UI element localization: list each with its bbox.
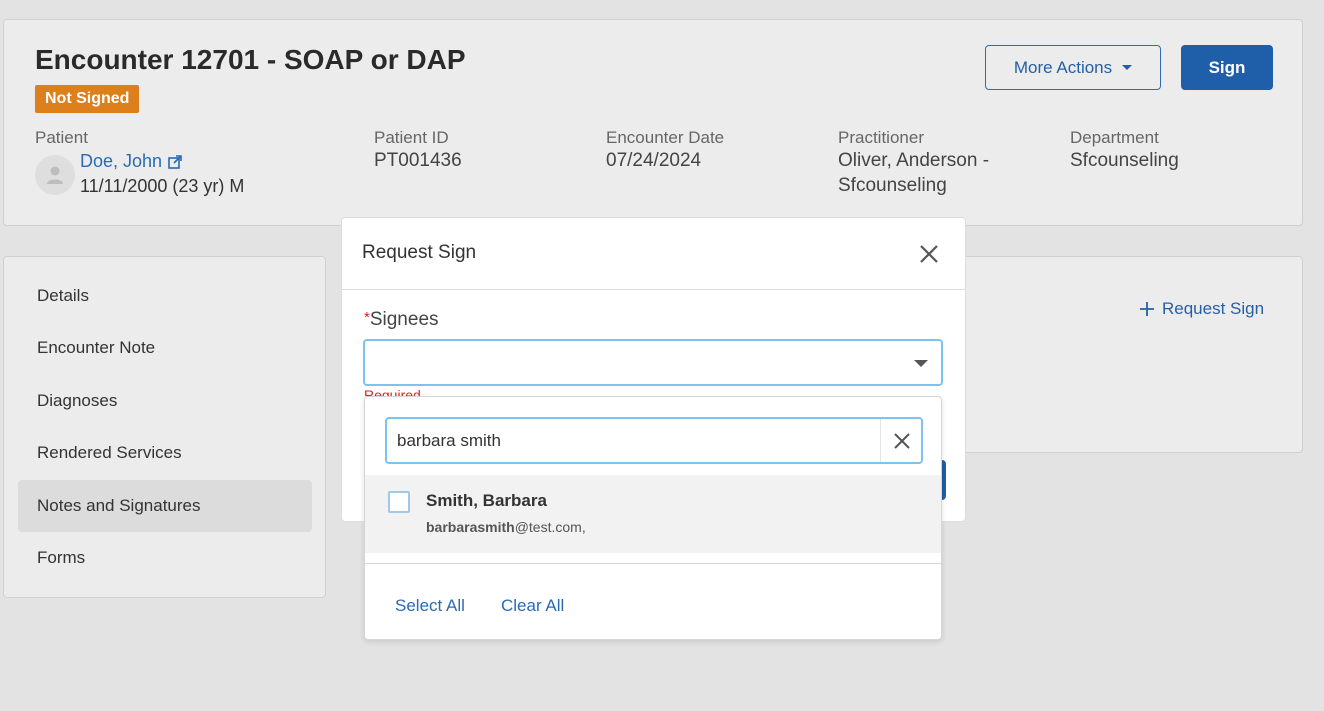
encounter-date-label: Encounter Date bbox=[606, 128, 725, 147]
page-title: Encounter 12701 - SOAP or DAP bbox=[35, 44, 466, 75]
sidebar-item-rendered-services[interactable]: Rendered Services bbox=[18, 427, 312, 479]
option-email: barbarasmith@test.com, bbox=[426, 519, 586, 535]
option-name-rest: , Barbara bbox=[473, 491, 547, 510]
practitioner-value-line1: Oliver, Anderson - bbox=[838, 150, 990, 171]
patient-id-field: Patient ID PT001436 bbox=[374, 128, 462, 173]
patient-id-label: Patient ID bbox=[374, 128, 449, 147]
patient-id-value: PT001436 bbox=[374, 150, 462, 171]
patient-field: Patient bbox=[35, 128, 88, 148]
sidebar-item-encounter-note[interactable]: Encounter Note bbox=[18, 322, 312, 374]
patient-dob: 11/11/2000 (23 yr) M bbox=[80, 176, 245, 196]
option-checkbox[interactable] bbox=[388, 491, 410, 513]
signees-select[interactable] bbox=[363, 339, 943, 386]
modal-divider bbox=[342, 289, 965, 290]
department-label: Department bbox=[1070, 128, 1159, 147]
more-actions-button[interactable]: More Actions bbox=[985, 45, 1161, 90]
modal-title: Request Sign bbox=[362, 242, 477, 263]
search-box bbox=[385, 417, 923, 464]
department-field: Department Sfcounseling bbox=[1070, 128, 1179, 173]
plus-icon bbox=[1140, 302, 1154, 316]
option-name: Smith, Barbara bbox=[426, 491, 547, 511]
clear-search-button[interactable] bbox=[880, 419, 923, 462]
patient-label: Patient bbox=[35, 128, 88, 147]
practitioner-label: Practitioner bbox=[838, 128, 924, 147]
request-sign-label: Request Sign bbox=[1162, 299, 1265, 318]
dropdown-divider bbox=[365, 563, 941, 564]
user-icon bbox=[47, 166, 63, 184]
chevron-down-icon bbox=[914, 360, 928, 367]
patient-name: Doe, John bbox=[80, 151, 163, 171]
select-all-button[interactable]: Select All bbox=[395, 596, 465, 616]
sidebar-item-notes-and-signatures[interactable]: Notes and Signatures bbox=[18, 480, 312, 532]
sidebar-item-forms[interactable]: Forms bbox=[18, 532, 312, 584]
external-link-icon bbox=[168, 154, 182, 169]
list-item[interactable]: Smith, Barbara barbarasmith@test.com, bbox=[365, 475, 941, 553]
practitioner-field: Practitioner Oliver, Anderson - Sfcounse… bbox=[838, 128, 989, 198]
avatar bbox=[35, 155, 75, 195]
required-error-text: Required bbox=[364, 387, 421, 396]
option-email-rest: @test.com, bbox=[514, 519, 586, 535]
option-email-match: barbarasmith bbox=[426, 519, 515, 535]
clear-all-button[interactable]: Clear All bbox=[501, 596, 564, 616]
sign-button[interactable]: Sign bbox=[1181, 45, 1273, 90]
signees-label: *Signees bbox=[364, 309, 439, 331]
close-icon[interactable] bbox=[918, 243, 940, 265]
sidebar-item-diagnoses[interactable]: Diagnoses bbox=[18, 375, 312, 427]
sidebar-item-details[interactable]: Details bbox=[18, 270, 312, 322]
patient-name-link[interactable]: Doe, John bbox=[80, 151, 182, 172]
practitioner-value-line2: Sfcounseling bbox=[838, 175, 947, 196]
request-sign-link[interactable]: Request Sign bbox=[1140, 299, 1264, 319]
close-icon bbox=[894, 432, 910, 449]
status-badge: Not Signed bbox=[35, 85, 140, 113]
chevron-down-icon bbox=[1122, 65, 1133, 70]
search-input[interactable] bbox=[397, 428, 867, 454]
department-value: Sfcounseling bbox=[1070, 150, 1179, 171]
sidebar-nav: Details Encounter Note Diagnoses Rendere… bbox=[3, 256, 326, 598]
signees-dropdown: Smith, Barbara barbarasmith@test.com, Se… bbox=[364, 396, 942, 640]
option-name-match: Smith bbox=[426, 491, 474, 510]
signees-label-text: Signees bbox=[369, 309, 439, 330]
encounter-date-field: Encounter Date 07/24/2024 bbox=[606, 128, 724, 173]
encounter-header-card: Encounter 12701 - SOAP or DAP Not Signed… bbox=[3, 19, 1303, 226]
more-actions-label: More Actions bbox=[1013, 57, 1113, 77]
notes-signatures-panel: Request Sign bbox=[940, 256, 1303, 453]
encounter-date-value: 07/24/2024 bbox=[606, 150, 702, 171]
